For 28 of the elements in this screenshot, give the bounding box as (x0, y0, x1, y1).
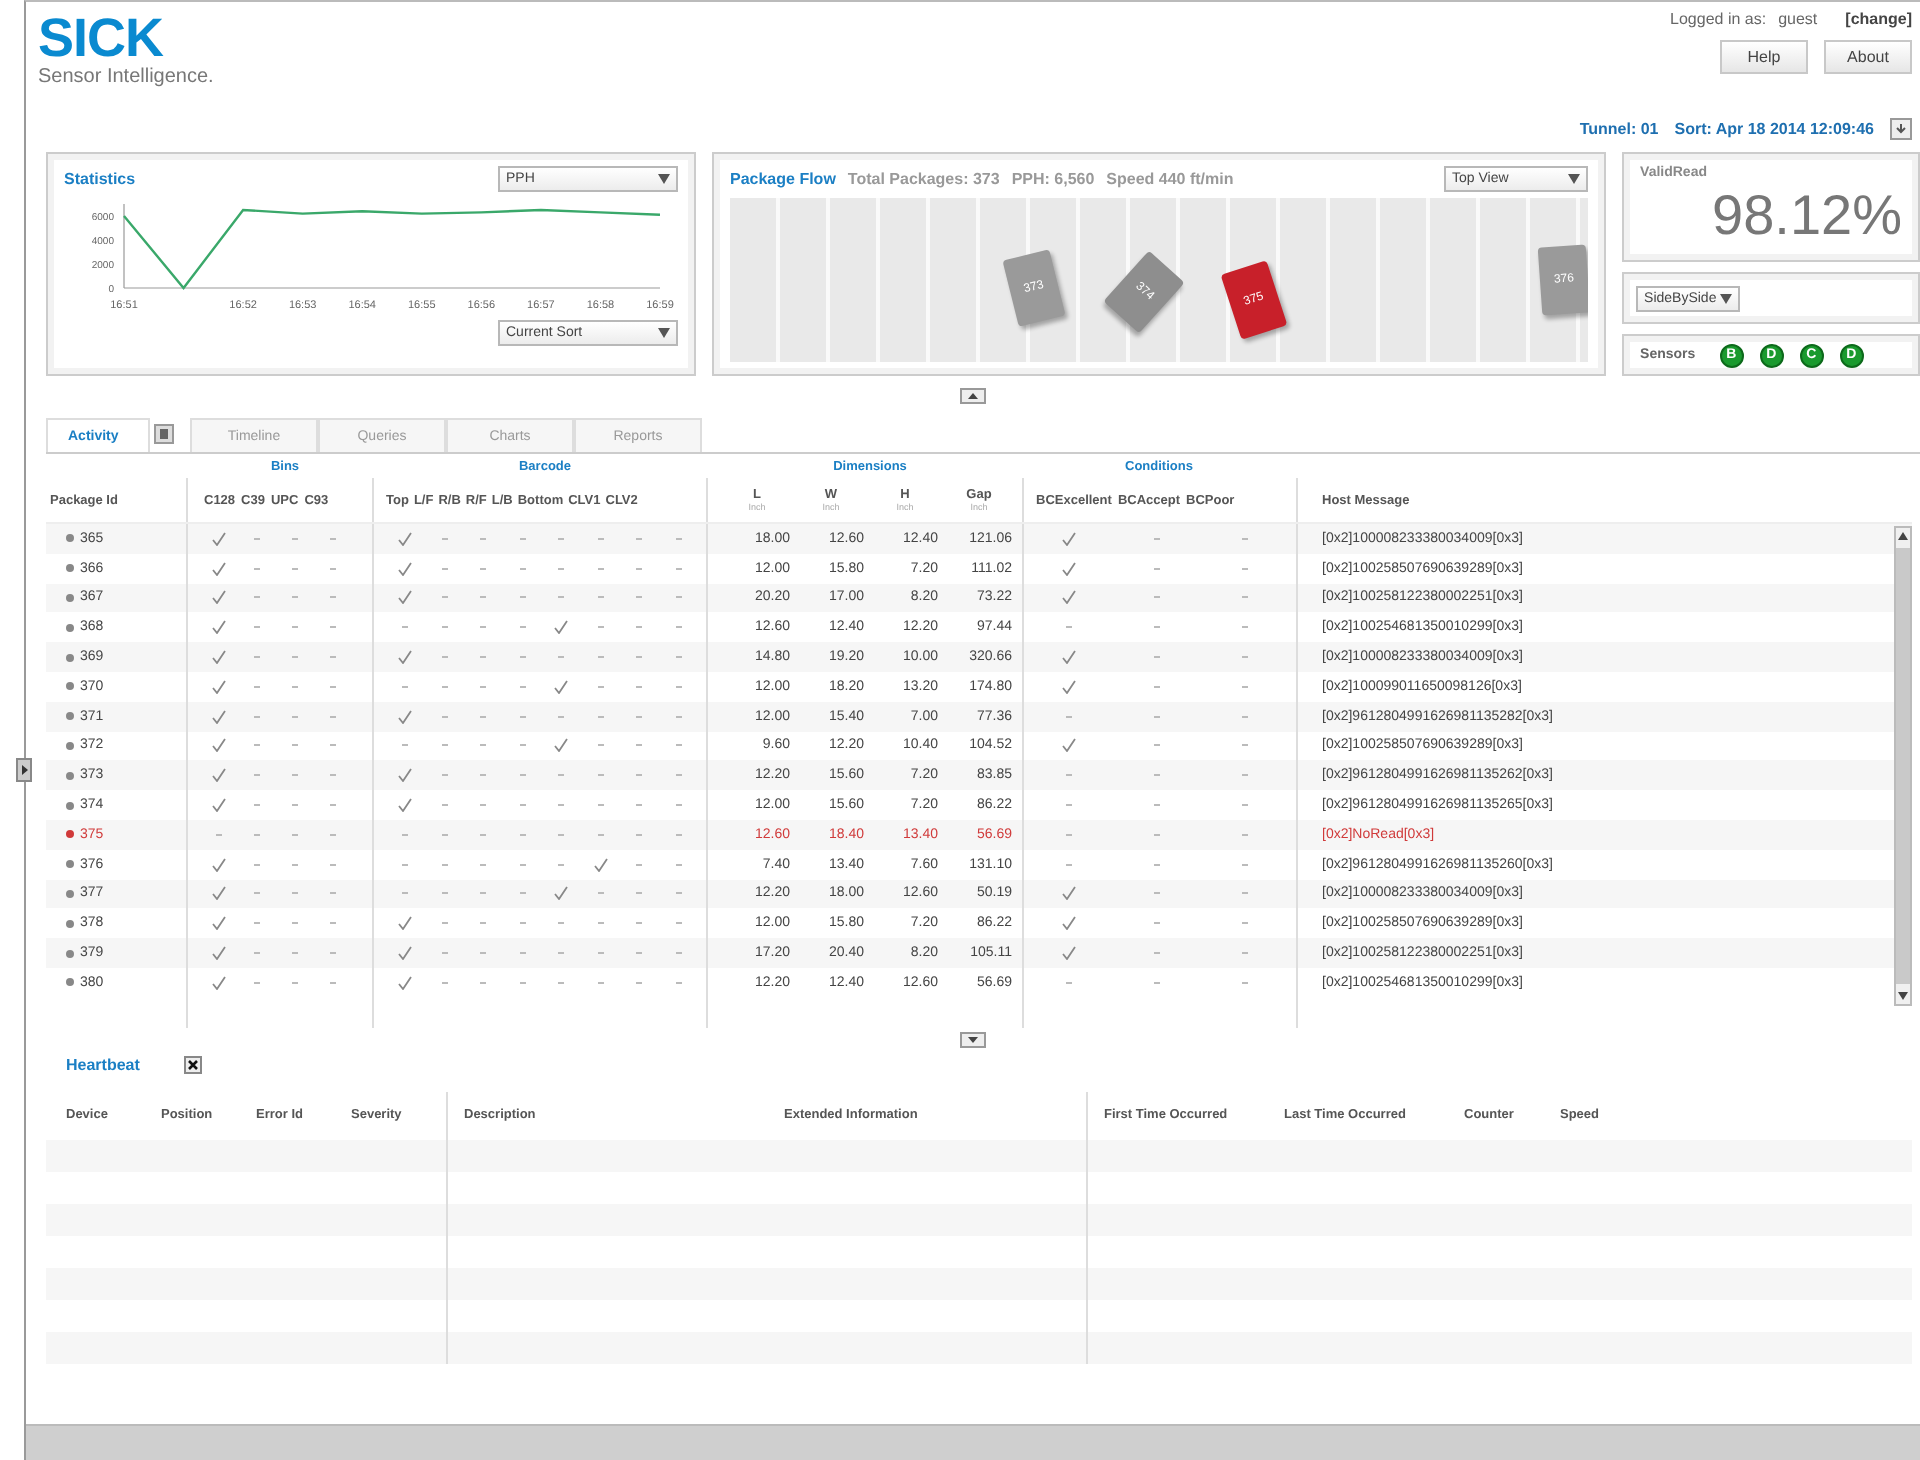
valid-read-value: 98.12% (1710, 184, 1902, 248)
expand-icon[interactable] (960, 1031, 986, 1048)
scroll-down-icon[interactable] (1896, 988, 1910, 1004)
login-label: Logged in as: (1670, 10, 1767, 28)
tunnel-label: Tunnel: 01 (1579, 120, 1659, 138)
caret-icon[interactable] (1720, 294, 1733, 304)
flow-stat: Total Packages: 373 (847, 170, 1000, 188)
panel-title: Statistics (64, 170, 136, 188)
flow-stat: Speed 440 ft/min (1106, 170, 1234, 188)
collapse-icon[interactable] (960, 388, 986, 404)
user-name: guest (1778, 10, 1818, 28)
section-title: Heartbeat (66, 1056, 140, 1075)
header-button[interactable]: About (1824, 40, 1912, 74)
header-button[interactable]: Help (1720, 40, 1808, 74)
sort-label: Sort: Apr 18 2014 12:09:46 (1674, 120, 1874, 138)
flow-stat: PPH: 6,560 (1011, 170, 1095, 188)
close-icon[interactable] (183, 1056, 202, 1075)
panel-title: Package Flow (730, 170, 836, 188)
tagline: Sensor Intelligence. (38, 66, 214, 88)
change-link[interactable]: [change] (1845, 10, 1912, 28)
export-icon[interactable] (1890, 118, 1912, 140)
caret-icon[interactable] (658, 328, 670, 338)
logo: SICK (38, 10, 164, 66)
scrollbar[interactable] (1894, 526, 1912, 1006)
expand-handle-icon[interactable] (16, 758, 32, 782)
caret-icon[interactable] (658, 174, 670, 184)
caret-icon[interactable] (1568, 174, 1581, 184)
scroll-up-icon[interactable] (1896, 528, 1910, 544)
